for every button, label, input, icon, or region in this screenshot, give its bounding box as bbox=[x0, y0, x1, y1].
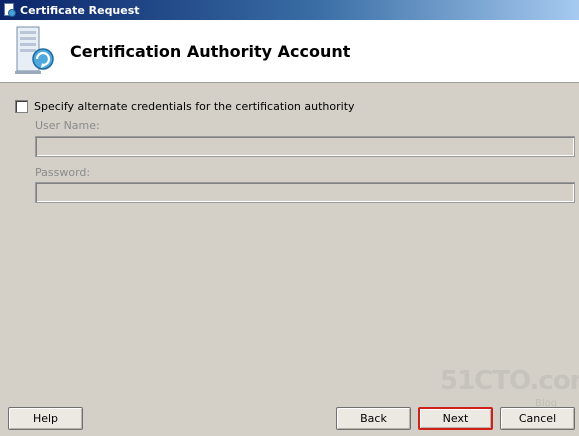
username-field[interactable] bbox=[35, 136, 575, 157]
page-title: Certification Authority Account bbox=[70, 42, 351, 61]
password-label: Password: bbox=[35, 166, 91, 179]
window-title: Certificate Request bbox=[20, 3, 140, 17]
watermark-logo: 51CTO.com bbox=[440, 366, 579, 396]
certificate-icon bbox=[3, 3, 17, 17]
back-button[interactable]: Back bbox=[336, 407, 411, 430]
next-button[interactable]: Next bbox=[418, 407, 493, 430]
title-bar[interactable]: Certificate Request bbox=[0, 0, 579, 20]
cancel-button[interactable]: Cancel bbox=[500, 407, 575, 430]
alternate-credentials-checkbox[interactable] bbox=[15, 100, 28, 113]
certificate-server-icon bbox=[15, 26, 54, 74]
alternate-credentials-row[interactable]: Specify alternate credentials for the ce… bbox=[15, 100, 355, 113]
username-label: User Name: bbox=[35, 119, 100, 132]
help-button[interactable]: Help bbox=[8, 407, 83, 430]
password-field[interactable] bbox=[35, 182, 575, 203]
alternate-credentials-label: Specify alternate credentials for the ce… bbox=[34, 100, 355, 113]
wizard-header: Certification Authority Account bbox=[0, 20, 579, 83]
